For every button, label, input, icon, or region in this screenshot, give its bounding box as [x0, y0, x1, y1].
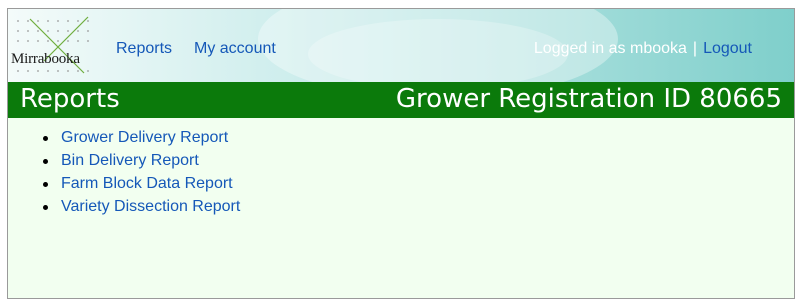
list-item: Variety Dissection Report [41, 198, 794, 216]
login-separator: | [692, 40, 698, 57]
header-swoosh-decoration-2 [308, 19, 568, 82]
logo-text: Mirrabooka [11, 51, 80, 67]
report-list: Grower Delivery Report Bin Delivery Repo… [41, 129, 794, 216]
page-title: Reports [20, 84, 120, 114]
nav-reports-link[interactable]: Reports [116, 40, 172, 58]
page-frame: Mirrabooka Reports My account Logged in … [7, 8, 795, 299]
report-link-grower-delivery[interactable]: Grower Delivery Report [61, 129, 228, 146]
report-link-variety-dissection[interactable]: Variety Dissection Report [61, 198, 240, 215]
bullet-icon [43, 159, 48, 164]
grower-registration-title: Grower Registration ID 80665 [395, 84, 782, 114]
logout-link[interactable]: Logout [703, 40, 752, 57]
report-link-bin-delivery[interactable]: Bin Delivery Report [61, 152, 199, 169]
title-bar: Reports Grower Registration ID 80665 [8, 82, 794, 118]
logged-in-text: Logged in as mbooka [533, 40, 687, 57]
nav-my-account-link[interactable]: My account [194, 40, 276, 58]
report-link-farm-block-data[interactable]: Farm Block Data Report [61, 175, 233, 192]
list-item: Farm Block Data Report [41, 175, 794, 193]
list-item: Grower Delivery Report [41, 129, 794, 147]
bullet-icon [43, 136, 48, 141]
bullet-icon [43, 182, 48, 187]
bullet-icon [43, 205, 48, 210]
top-header: Mirrabooka Reports My account Logged in … [8, 9, 794, 82]
login-info: Logged in as mbooka | Logout [534, 40, 752, 58]
site-logo[interactable]: Mirrabooka [10, 13, 98, 77]
list-item: Bin Delivery Report [41, 152, 794, 170]
